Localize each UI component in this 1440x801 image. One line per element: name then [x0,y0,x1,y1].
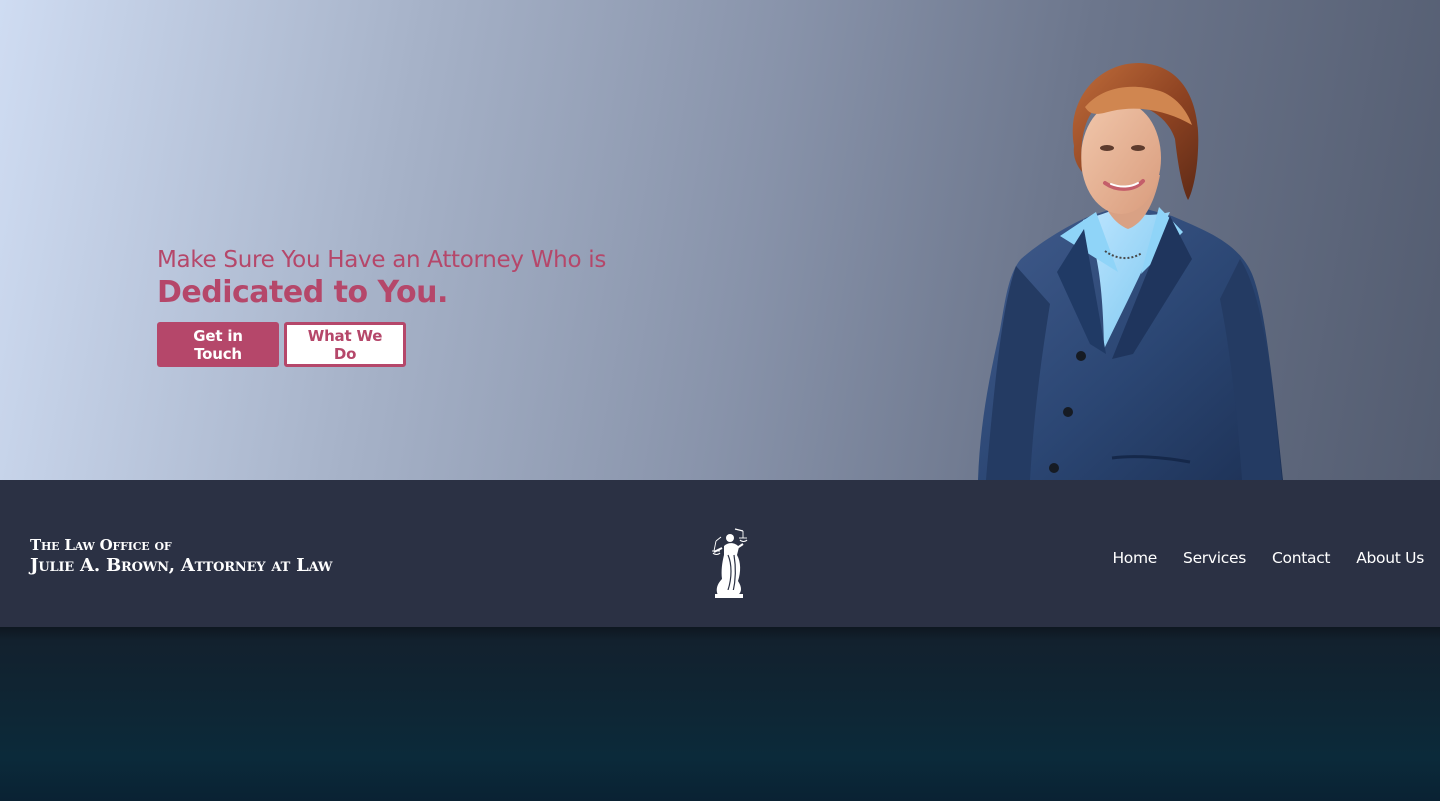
nav-about-us-link[interactable]: About Us [1356,546,1424,570]
hero-copy: Make Sure You Have an Attorney Who is De… [157,245,677,367]
firm-name-line-1: The Law Office of [30,536,172,554]
section-shadow [0,627,1440,641]
nav-contact-link[interactable]: Contact [1272,546,1331,570]
what-we-do-button[interactable]: What We Do [284,322,406,367]
hero-subtitle: Make Sure You Have an Attorney Who is [157,247,607,273]
firm-name-line-2: Julie A. Brown, Attorney at Law [30,555,333,576]
nav-services-link[interactable]: Services [1183,546,1246,570]
firm-name: The Law Office of Julie A. Brown, Attorn… [30,536,332,578]
hero-cta-row: Get in Touch What We Do [157,322,677,367]
get-in-touch-button[interactable]: Get in Touch [157,322,279,367]
hero-title: Dedicated to You. [157,275,448,310]
attorney-portrait [978,63,1283,480]
hero-section: Make Sure You Have an Attorney Who is De… [0,0,1440,480]
main-nav: Home Services Contact About Us [1112,546,1424,570]
lady-justice-icon [712,528,748,598]
lower-background-section [0,627,1440,801]
nav-home-link[interactable]: Home [1112,546,1157,570]
